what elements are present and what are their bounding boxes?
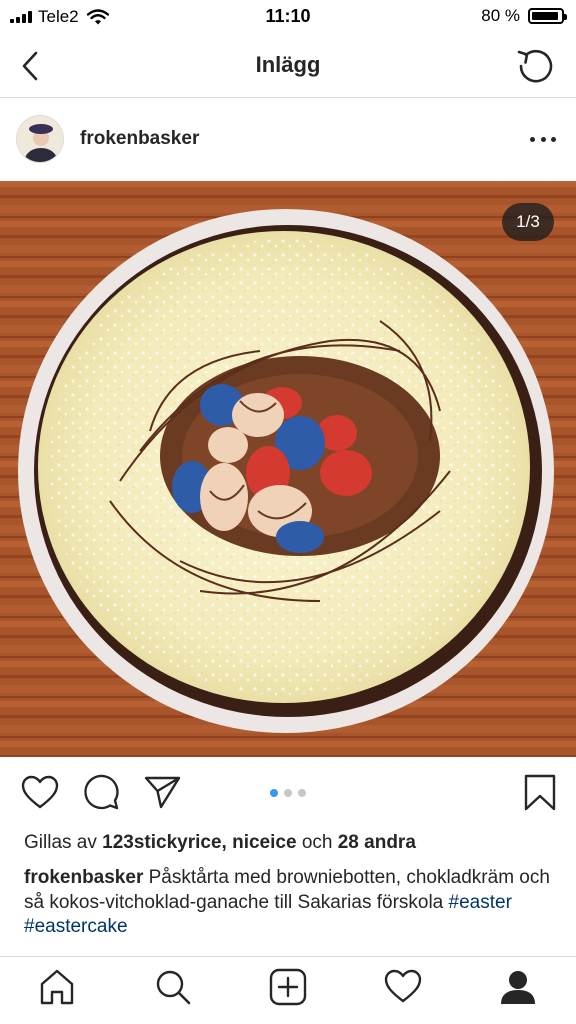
- post-image[interactable]: 1/3: [0, 181, 576, 757]
- cake-photo: [0, 181, 576, 757]
- hashtag-eastercake[interactable]: #eastercake: [24, 916, 128, 937]
- liker-1[interactable]: 123stickyrice,: [102, 832, 227, 853]
- profile-icon: [501, 971, 535, 1004]
- likes-conjunction: och: [301, 832, 333, 853]
- search-icon: [156, 970, 191, 1005]
- home-icon: [40, 969, 74, 1005]
- battery-icon: [528, 8, 567, 24]
- refresh-icon: [517, 49, 553, 83]
- carousel-dot-2: [284, 789, 292, 797]
- hashtag-easter[interactable]: #easter: [449, 892, 512, 913]
- post-username[interactable]: frokenbasker: [80, 128, 199, 150]
- refresh-button[interactable]: [514, 44, 556, 86]
- likes-line: Gillas av 123stickyrice, niceice och 28 …: [24, 832, 416, 854]
- status-right: 80 %: [481, 6, 567, 26]
- liker-2[interactable]: niceice: [232, 832, 296, 853]
- activity-heart-icon: [384, 969, 422, 1003]
- carousel-indicator: [0, 789, 576, 797]
- battery-percentage: 80 %: [481, 6, 520, 25]
- tab-home[interactable]: [37, 967, 77, 1007]
- tab-activity[interactable]: [383, 967, 423, 1007]
- post-header: frokenbasker: [0, 99, 576, 181]
- tab-search[interactable]: [153, 967, 193, 1007]
- likes-others[interactable]: 28 andra: [338, 832, 416, 853]
- nav-bar: Inlägg: [0, 34, 576, 98]
- more-options-button[interactable]: [530, 129, 556, 149]
- tab-profile[interactable]: [498, 967, 538, 1007]
- tab-add[interactable]: [268, 967, 308, 1007]
- avatar[interactable]: [16, 115, 64, 163]
- image-counter-badge: 1/3: [502, 203, 554, 241]
- carousel-dot-1: [270, 789, 278, 797]
- caption: frokenbasker Påsktårta med browniebotten…: [24, 866, 554, 940]
- status-bar: Tele2 11:10 80 %: [0, 0, 576, 34]
- carousel-dot-3: [298, 789, 306, 797]
- action-bar: [0, 757, 576, 829]
- page-title: Inlägg: [255, 52, 321, 77]
- add-icon: [269, 968, 307, 1006]
- likes-prefix: Gillas av: [24, 832, 97, 853]
- bookmark-icon: [524, 774, 556, 811]
- caption-username[interactable]: frokenbasker: [24, 867, 143, 888]
- tab-bar: [0, 956, 576, 1024]
- more-dots-icon: [530, 136, 535, 142]
- save-button[interactable]: [520, 773, 560, 813]
